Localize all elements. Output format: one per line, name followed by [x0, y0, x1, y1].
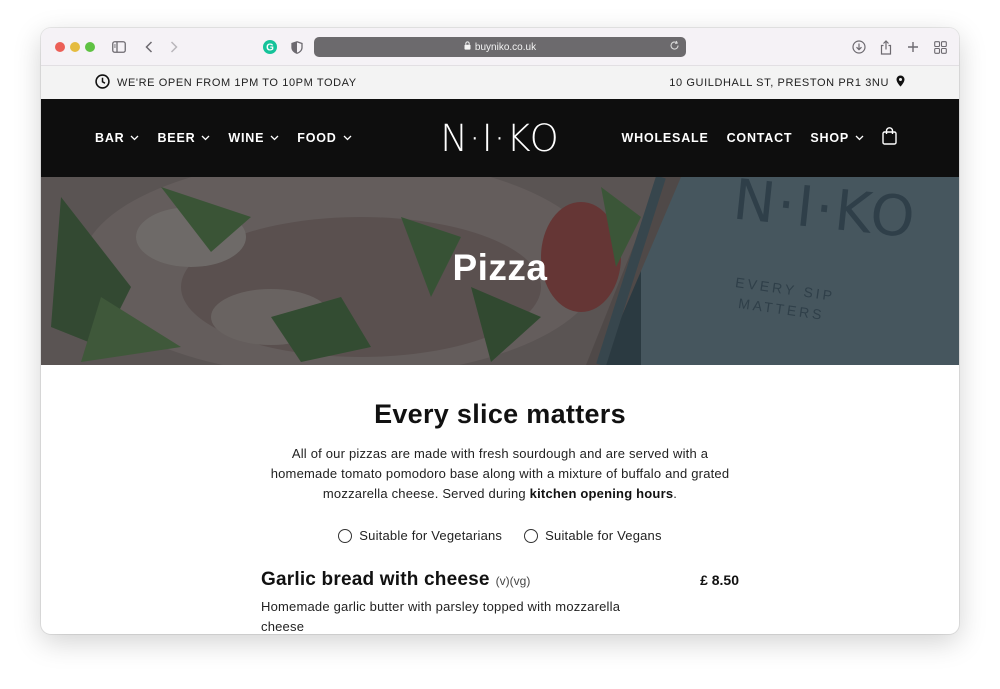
reload-icon[interactable] — [669, 40, 680, 54]
menu-item-description: Homemade garlic butter with parsley topp… — [261, 599, 621, 634]
download-icon[interactable] — [849, 37, 869, 57]
url-text: buyniko.co.uk — [474, 41, 537, 53]
page-title: Pizza — [452, 247, 548, 288]
section-heading: Every slice matters — [374, 399, 626, 429]
svg-text:G: G — [266, 43, 274, 54]
grammarly-extension-icon[interactable]: G — [260, 37, 280, 57]
address-bar[interactable]: buyniko.co.uk — [314, 37, 686, 57]
minimize-window-button[interactable] — [70, 42, 80, 52]
dietary-filters: Suitable for Vegetarians Suitable for Ve… — [41, 528, 959, 543]
browser-window: G buyniko.co.uk WE'RE OPEN FROM 1PM TO 1… — [41, 28, 959, 634]
vegetarian-radio[interactable] — [338, 528, 353, 543]
opening-hours-text: WE'RE OPEN FROM 1PM TO 10PM TODAY — [117, 76, 357, 89]
nav-contact[interactable]: CONTACT — [727, 131, 793, 145]
menu-item-tags: (v)(vg) — [495, 574, 531, 588]
vegan-filter[interactable]: Suitable for Vegans — [524, 528, 662, 543]
menu-item: Garlic bread with cheese (v)(vg) £ 8.50 H… — [261, 569, 739, 634]
nav-wholesale[interactable]: WHOLESALE — [622, 131, 709, 145]
vegan-radio[interactable] — [524, 528, 539, 543]
kitchen-hours-link[interactable]: kitchen opening hours — [530, 486, 674, 501]
zoom-window-button[interactable] — [85, 42, 95, 52]
chevron-down-icon — [855, 135, 864, 141]
hero-banner: N·I·KO EVERY SIP MATTERS Pizza — [41, 177, 959, 365]
vegetarian-label: Suitable for Vegetarians — [359, 528, 503, 543]
shield-extension-icon[interactable] — [287, 37, 307, 57]
intro-text: All of our pizzas are made with fresh so… — [270, 444, 730, 504]
new-tab-icon[interactable] — [903, 37, 923, 57]
forward-icon[interactable] — [164, 37, 184, 57]
share-icon[interactable] — [876, 37, 896, 57]
vegetarian-filter[interactable]: Suitable for Vegetarians — [338, 528, 502, 543]
menu-item-price: £ 8.50 — [700, 572, 739, 588]
clock-icon — [95, 73, 110, 92]
back-icon[interactable] — [139, 37, 159, 57]
menu-content: Every slice matters All of our pizzas ar… — [41, 365, 959, 634]
close-window-button[interactable] — [55, 42, 65, 52]
nav-shop[interactable]: SHOP — [810, 131, 864, 145]
info-bar: WE'RE OPEN FROM 1PM TO 10PM TODAY 10 GUI… — [41, 66, 959, 99]
nav-shop-label: SHOP — [810, 131, 849, 145]
menu-item-name: Garlic bread with cheese — [261, 569, 490, 590]
vegan-label: Suitable for Vegans — [545, 528, 662, 543]
tab-overview-icon[interactable] — [930, 37, 950, 57]
main-navigation: BAR BEER WINE FOOD N·I·KO WHOLESALE CONT… — [41, 99, 959, 177]
browser-toolbar: G buyniko.co.uk — [41, 28, 959, 66]
shopping-bag-icon[interactable] — [882, 126, 897, 150]
sidebar-icon[interactable] — [109, 37, 129, 57]
address-text: 10 GUILDHALL ST, PRESTON PR1 3NU — [669, 76, 889, 89]
intro-period: . — [673, 486, 678, 501]
location-pin-icon — [896, 75, 905, 90]
lock-icon — [464, 41, 471, 53]
